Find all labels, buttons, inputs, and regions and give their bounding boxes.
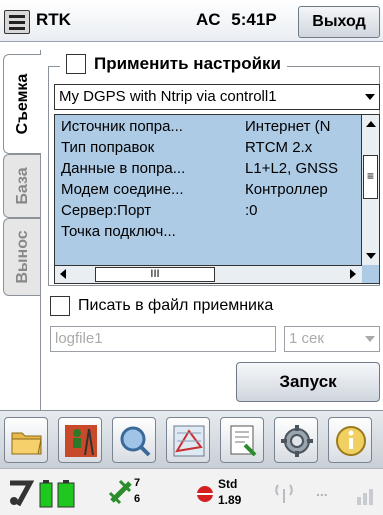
more-indicator: ... <box>316 483 328 499</box>
log-interval-select: 1 сек <box>284 326 380 352</box>
search-button[interactable] <box>112 417 156 463</box>
exit-button[interactable]: Выход <box>298 6 380 38</box>
scroll-up-button[interactable] <box>362 115 379 133</box>
property-name: Источник попра... <box>61 118 183 135</box>
arrow-right-icon <box>350 269 356 279</box>
status-bar: 7 6 Std 1.89 ... <box>0 468 383 515</box>
arrow-up-icon <box>366 121 376 127</box>
document-icon <box>230 425 257 457</box>
chevron-down-icon <box>365 336 375 342</box>
profile-select[interactable]: My DGPS with Ntrip via controll1 <box>54 84 380 110</box>
scroll-right-button[interactable] <box>344 266 362 283</box>
solution-type: Std <box>218 477 238 491</box>
cogo-icon <box>173 425 205 457</box>
info-button[interactable] <box>328 417 372 463</box>
tab-base-label: База <box>13 167 31 205</box>
vertical-scrollbar[interactable]: ≡ <box>361 115 379 265</box>
toolbar <box>0 410 383 468</box>
property-name: Тип поправок <box>61 139 155 156</box>
survey-button[interactable] <box>58 417 102 463</box>
receiver-icon[interactable] <box>6 477 36 509</box>
logfile-name-input: logfile1 <box>50 326 276 352</box>
satellites-tracked: 7 <box>134 477 141 489</box>
settings-button[interactable] <box>274 417 318 463</box>
scroll-down-button[interactable] <box>362 247 379 265</box>
data-button[interactable] <box>220 417 264 463</box>
tab-stakeout-label: Вынос <box>13 230 31 284</box>
property-value: Интернет (N <box>245 118 331 135</box>
title-bar: RTK AC 5:41P Выход <box>0 0 383 42</box>
property-value: Контроллер <box>245 181 328 198</box>
write-file-row[interactable]: Писать в файл приемника <box>50 296 273 316</box>
satellites-used: 6 <box>134 493 141 505</box>
scroll-thumb-horizontal[interactable]: III <box>95 267 215 282</box>
tab-survey[interactable]: Съемка <box>3 54 41 154</box>
property-value: RTCM 2.x <box>245 139 313 156</box>
clock: AC 5:41P <box>196 10 277 30</box>
start-menu-icon[interactable] <box>4 10 30 34</box>
tab-stakeout[interactable]: Вынос <box>3 218 41 296</box>
property-value: L1+L2, GNSS <box>245 160 338 177</box>
precision-value: 1.89 <box>218 493 242 507</box>
cogo-button[interactable] <box>166 417 210 463</box>
properties-list[interactable]: Источник попра... Интернет (N Тип поправ… <box>54 114 380 284</box>
profile-select-value: My DGPS with Ntrip via controll1 <box>59 88 277 105</box>
scroll-thumb[interactable]: ≡ <box>363 155 378 199</box>
write-file-checkbox[interactable] <box>50 296 70 316</box>
write-file-label: Писать в файл приемника <box>78 297 274 314</box>
property-name: Сервер:Порт <box>61 202 152 219</box>
radio-icon[interactable] <box>272 481 296 505</box>
property-name: Точка подключ... <box>61 223 176 240</box>
chevron-down-icon <box>365 94 375 100</box>
app-title: RTK <box>36 10 71 29</box>
start-button[interactable]: Запуск <box>236 362 380 402</box>
scroll-left-button[interactable] <box>55 266 73 283</box>
gear-icon <box>281 425 313 457</box>
files-button[interactable] <box>4 417 48 463</box>
log-interval-value: 1 сек <box>289 330 324 347</box>
tab-survey-label: Съемка <box>13 73 31 135</box>
folder-icon <box>11 432 42 455</box>
apply-settings-checkbox[interactable] <box>66 54 86 74</box>
property-name: Данные в попра... <box>61 160 186 177</box>
arrow-down-icon <box>366 253 376 259</box>
time-display: 5:41P <box>231 10 277 29</box>
magnifier-icon <box>120 426 151 457</box>
info-icon <box>336 426 366 456</box>
property-value: :0 <box>245 202 258 219</box>
signal-bars-icon <box>357 489 373 505</box>
horizontal-scrollbar[interactable]: III <box>55 265 362 283</box>
solution-status-icon[interactable] <box>194 483 216 505</box>
satellite-icon[interactable] <box>108 479 134 505</box>
arrow-left-icon <box>60 269 66 279</box>
surveyor-icon <box>65 425 97 457</box>
tab-base[interactable]: База <box>3 154 41 218</box>
battery-icon[interactable] <box>38 475 78 509</box>
property-name: Модем соедине... <box>61 181 184 198</box>
apply-settings-row[interactable]: Применить настройки <box>60 54 287 74</box>
apply-settings-label: Применить настройки <box>94 54 281 73</box>
mode-indicator: AC <box>196 10 221 29</box>
